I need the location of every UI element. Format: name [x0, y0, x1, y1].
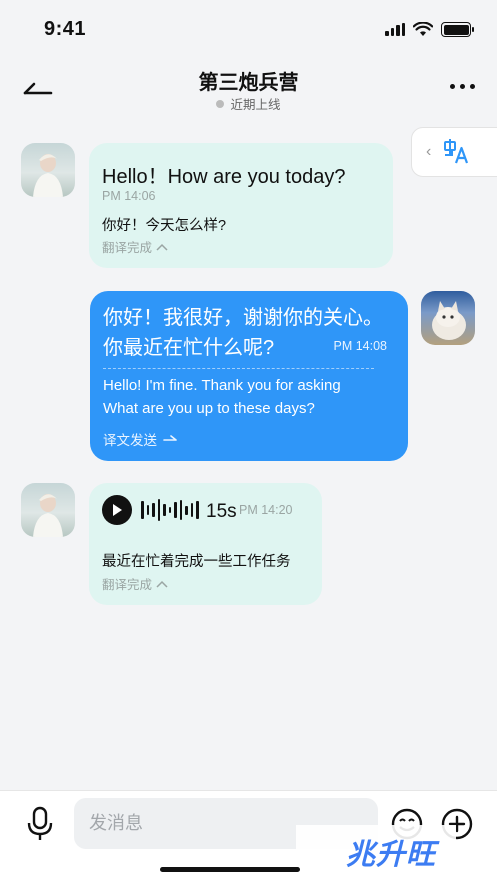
translate-state-label: 翻译完成 — [102, 578, 153, 592]
incoming-voice-bubble[interactable]: 15s PM 14:20 最近在忙着完成一些工作任务 翻译完成 — [89, 483, 322, 605]
cat-avatar-image — [432, 301, 466, 340]
translate-state-toggle[interactable]: 翻译完成 — [102, 574, 168, 593]
voice-waveform — [141, 498, 199, 522]
incoming-message-bubble[interactable]: Hello！How are you today? PM 14:06 你好！今天怎… — [89, 143, 393, 268]
status-icons — [385, 22, 474, 37]
message-translation-line2: What are you up to these days? — [103, 400, 315, 417]
chevron-left-icon: ‹ — [426, 143, 432, 160]
watermark-text: 兆升旺 — [346, 839, 437, 871]
voice-transcript: 最近在忙着完成一些工作任务 — [102, 554, 291, 570]
chat-title: 第三炮兵营 — [198, 72, 299, 94]
arrow-right-icon — [163, 435, 177, 441]
translate-state-label: 翻译完成 — [102, 241, 153, 255]
online-status: 近期上线 — [0, 94, 497, 113]
chat-header: 第三炮兵营 近期上线 — [0, 58, 497, 120]
translation-divider — [103, 368, 374, 369]
chevron-up-icon — [156, 580, 168, 588]
microphone-icon[interactable] — [24, 806, 56, 842]
translate-icon — [444, 139, 469, 164]
wifi-icon — [413, 22, 433, 36]
outgoing-message-bubble[interactable]: 你好！我很好，谢谢你的关心。 你最近在忙什么呢? PM 14:08 Hello!… — [90, 291, 408, 461]
person-avatar-image — [33, 494, 63, 537]
voice-duration: 15s — [206, 501, 237, 522]
status-bar: 9:41 — [0, 0, 497, 58]
contact-avatar[interactable] — [21, 483, 75, 537]
translate-state-label-row: 译文发送 — [103, 429, 177, 449]
message-time: PM 14:06 — [102, 189, 156, 203]
message-time: PM 14:08 — [333, 339, 387, 353]
signal-icon — [385, 23, 405, 36]
translate-toggle-button[interactable]: ‹ — [411, 127, 497, 177]
person-avatar-image — [33, 154, 63, 197]
online-status-text: 近期上线 — [230, 98, 281, 112]
translate-state-toggle[interactable]: 翻译完成 — [102, 237, 168, 256]
my-avatar[interactable] — [421, 291, 475, 345]
chevron-up-icon — [156, 243, 168, 251]
message-text: Hello！How are you today? — [102, 166, 346, 188]
more-options-icon[interactable] — [450, 84, 475, 89]
contact-avatar[interactable] — [21, 143, 75, 197]
message-translation-line1: Hello! I'm fine. Thank you for asking — [103, 377, 341, 394]
message-text-line2: 你最近在忙什么呢? — [103, 337, 275, 359]
status-dot — [216, 99, 225, 108]
message-text-line1: 你好！我很好，谢谢你的关心。 — [103, 307, 383, 329]
message-time: PM 14:20 — [239, 503, 293, 517]
watermark: 兆升旺 — [296, 825, 456, 883]
message-translation: 你好！今天怎么样? — [102, 218, 227, 234]
battery-icon — [441, 22, 474, 37]
home-indicator — [160, 867, 300, 872]
translate-state-label: 译文发送 — [103, 433, 157, 448]
play-icon — [113, 504, 122, 516]
status-time: 9:41 — [44, 18, 87, 40]
play-voice-button[interactable] — [102, 495, 132, 525]
